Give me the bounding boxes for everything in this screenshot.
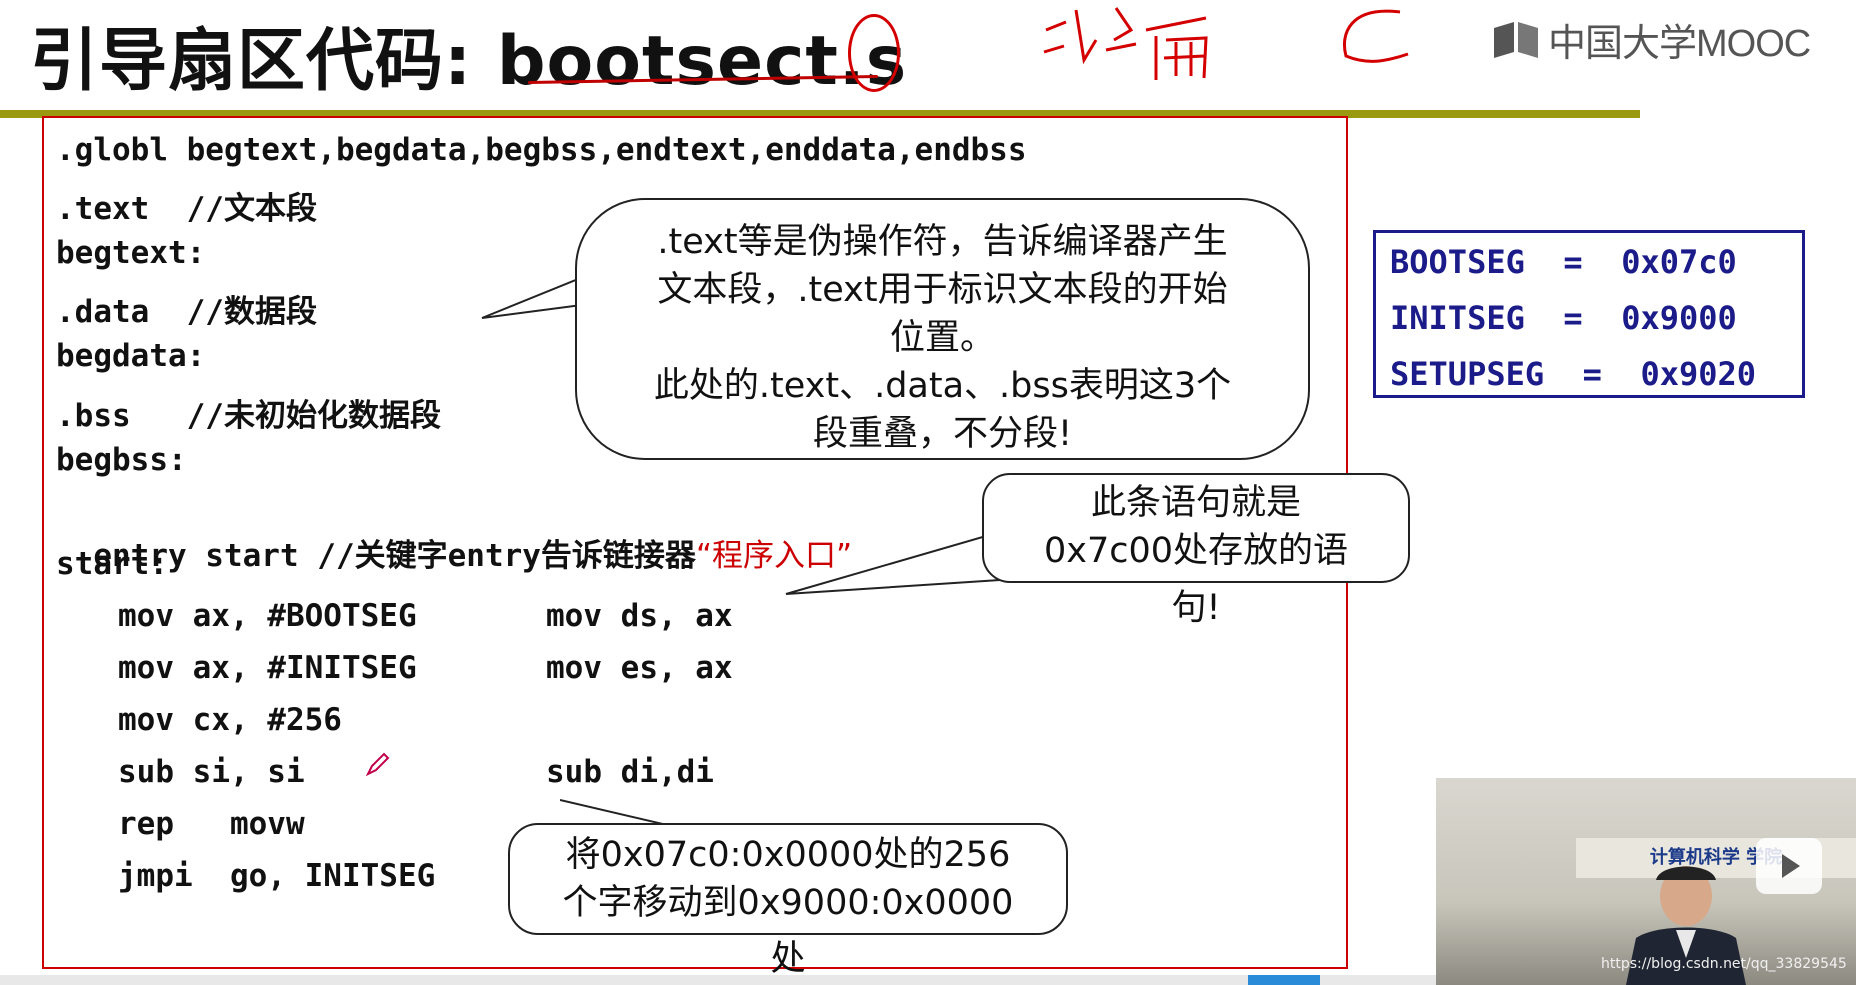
code-line-begtext: begtext:: [56, 235, 206, 271]
bottom-strip-highlight: [1248, 975, 1320, 985]
code-sub-si-si: sub si, si: [118, 754, 305, 790]
segment-constants-box: BOOTSEG = 0x07c0 INITSEG = 0x9000 SETUPS…: [1373, 230, 1805, 398]
code-mov-es-ax: mov es, ax: [546, 650, 733, 686]
code-line-start: start:: [56, 546, 168, 582]
callout-pointer-start: [785, 531, 1000, 595]
code-line-bss: .bss //未初始化数据段: [56, 398, 441, 434]
segment-initseg: INITSEG = 0x9000: [1390, 299, 1737, 337]
code-sub-di-di: sub di,di: [546, 754, 714, 790]
callout-start-line2: 0x7c00处存放的语: [1043, 531, 1349, 571]
callout-text-line3: 位置。: [889, 318, 995, 358]
video-watermark: https://blog.csdn.net/qq_33829545: [1601, 956, 1847, 972]
code-entry-text: entry start //关键字entry告诉链接器: [93, 538, 696, 574]
callout-start-overflow: 句!: [982, 584, 1410, 632]
mooc-logo-text: 中国大学MOOC: [1548, 23, 1811, 65]
callout-start-line1: 此条语句就是: [1090, 483, 1301, 523]
callout-start-note: 此条语句就是 0x7c00处存放的语: [982, 473, 1410, 583]
slide-title: 引导扇区代码: bootsect.s: [30, 22, 908, 101]
code-mov-ds-ax: mov ds, ax: [546, 598, 733, 634]
bottom-strip: [0, 975, 1436, 985]
code-line-data: .data //数据段: [56, 294, 317, 330]
callout-move-line2: 个字移动到0x9000:0x0000: [562, 883, 1014, 923]
code-mov-cx-256: mov cx, #256: [118, 702, 342, 738]
callout-text-note: .text等是伪操作符，告诉编译器产生 文本段，.text用于标识文本段的开始 …: [575, 198, 1310, 460]
pen-cursor-icon: [365, 752, 390, 777]
code-mov-ax-bootseg: mov ax, #BOOTSEG: [118, 598, 417, 634]
segment-setupseg: SETUPSEG = 0x9020: [1390, 355, 1757, 393]
mooc-logo: 中国大学MOOC: [1492, 12, 1811, 67]
callout-text-line2: 文本段，.text用于标识文本段的开始: [657, 270, 1228, 310]
code-mov-ax-initseg: mov ax, #INITSEG: [118, 650, 417, 686]
callout-text-line1: .text等是伪操作符，告诉编译器产生: [657, 222, 1228, 262]
callout-text-line4: 此处的.text、.data、.bss表明这3个: [653, 366, 1232, 406]
lecturer-video[interactable]: 计算机科学 学院 https://blog.csdn.net/qq_338295…: [1436, 778, 1856, 985]
video-play-button[interactable]: [1756, 838, 1822, 894]
title-circle-mark: [848, 14, 900, 92]
callout-move-note: 将0x07c0:0x0000处的256 个字移动到0x9000:0x0000: [508, 823, 1068, 935]
mooc-logo-icon: [1494, 21, 1538, 58]
code-jmpi-go: jmpi go, INITSEG: [118, 858, 436, 894]
code-line-begdata: begdata:: [56, 338, 206, 374]
callout-text-line5: 段重叠，不分段!: [812, 414, 1073, 454]
code-rep-movw: rep movw: [118, 806, 305, 842]
code-line-begbss: begbss:: [56, 442, 187, 478]
callout-start-line3: 句!: [1171, 588, 1221, 628]
callout-move-line1: 将0x07c0:0x0000处的256: [565, 835, 1011, 875]
segment-bootseg: BOOTSEG = 0x07c0: [1390, 243, 1737, 281]
play-icon: [1782, 854, 1800, 878]
handwritten-annotation-c: [1342, 9, 1409, 63]
code-line-globl: .globl begtext,begdata,begbss,endtext,en…: [56, 132, 1027, 168]
handwritten-annotation-huibian: [1043, 7, 1208, 80]
code-line-entry: entry start //关键字entry告诉链接器“程序入口”: [56, 494, 852, 575]
code-line-text: .text //文本段: [56, 191, 317, 227]
